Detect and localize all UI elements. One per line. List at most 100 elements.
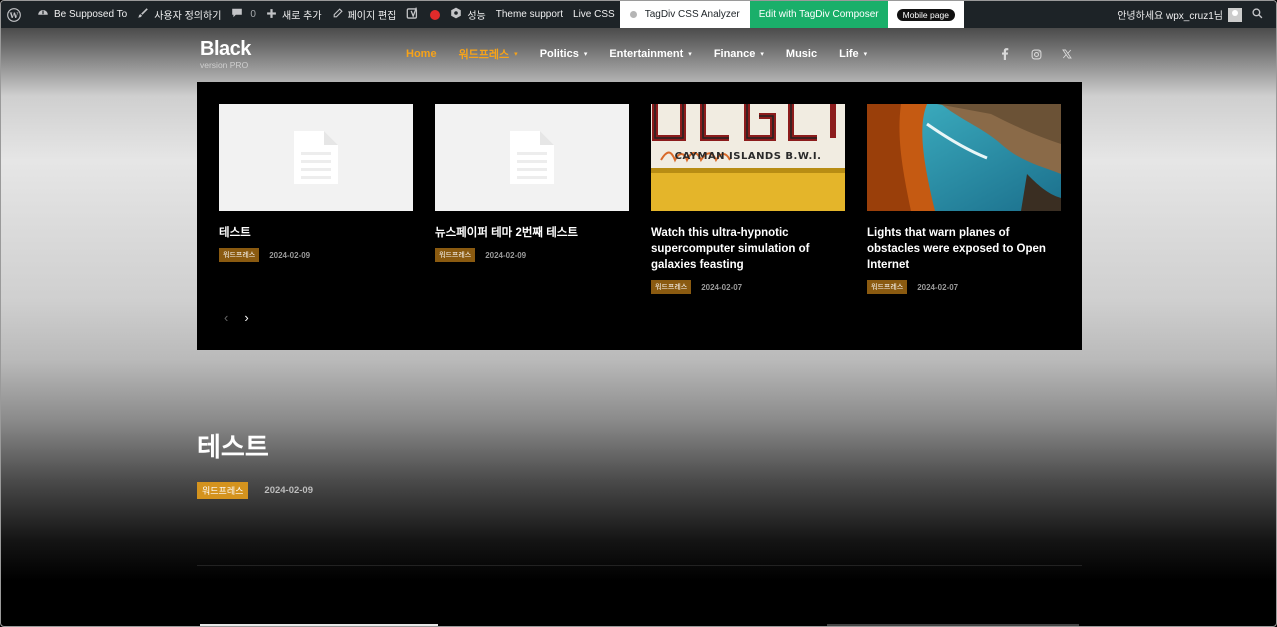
nav-item-wordpress[interactable]: 워드프레스 ▾: [459, 46, 518, 62]
card-thumbnail[interactable]: [435, 104, 629, 211]
main-nav: Home 워드프레스 ▾ Politics ▾ Entertainment ▾ …: [406, 46, 889, 62]
slider-card[interactable]: Lights that warn planes of obstacles wer…: [867, 104, 1061, 294]
mobile-page-button[interactable]: Mobile page: [887, 1, 964, 28]
license-plate-image: CAYMAN ISLANDS B.W.I.: [651, 104, 845, 211]
category-badge[interactable]: 워드프레스: [867, 280, 908, 294]
card-title[interactable]: 뉴스페이퍼 테마 2번째 테스트: [435, 225, 629, 241]
nav-item-label: Home: [406, 48, 437, 60]
post-date: 2024-02-09: [269, 250, 311, 260]
card-title[interactable]: Watch this ultra-hypnotic supercomputer …: [651, 225, 845, 273]
nav-item-finance[interactable]: Finance ▾: [714, 46, 764, 62]
wp-admin-bar: W Be Supposed To 사용자 정의하기 0 새로 추가 페이지 편집: [1, 1, 1276, 28]
css-analyzer-button[interactable]: TagDiv CSS Analyzer: [619, 1, 750, 28]
theme-support-link[interactable]: Theme support: [491, 1, 568, 28]
greeting-label: 안녕하세요 wpx_cruz1님: [1117, 11, 1223, 22]
card-thumbnail[interactable]: [867, 104, 1061, 211]
brush-icon: [137, 7, 154, 22]
nav-item-label: Music: [785, 48, 818, 60]
wordpress-logo-icon[interactable]: W: [1, 1, 32, 28]
chevron-down-icon: ▾: [760, 51, 764, 58]
comments-menu[interactable]: 0: [226, 1, 261, 28]
avatar: [1228, 7, 1242, 22]
slider-card[interactable]: 테스트 워드프레스 2024-02-09: [219, 104, 413, 262]
customize-label: 사용자 정의하기: [154, 11, 222, 22]
yoast-menu[interactable]: [401, 1, 445, 28]
slider-card[interactable]: 뉴스페이퍼 테마 2번째 테스트 워드프레스 2024-02-09: [435, 104, 629, 262]
category-badge[interactable]: 워드프레스: [651, 280, 692, 294]
card-meta: 워드프레스 2024-02-07: [867, 280, 1061, 294]
chevron-down-icon: ▾: [514, 51, 518, 58]
document-placeholder-icon: [510, 131, 554, 184]
plate-text: CAYMAN ISLANDS B.W.I.: [675, 151, 822, 162]
search-icon: [1252, 7, 1268, 22]
logo-subtitle: version PRO: [200, 60, 249, 70]
post-date: 2024-02-09: [264, 485, 314, 496]
live-css-link[interactable]: Live CSS: [568, 1, 620, 28]
chevron-right-icon[interactable]: ›: [244, 310, 248, 325]
coastline-aerial-image: [867, 104, 1061, 211]
composer-label: Edit with TagDiv Composer: [758, 9, 879, 20]
seo-status-dot-icon: [430, 9, 441, 20]
composer-button[interactable]: Edit with TagDiv Composer: [749, 1, 888, 28]
category-badge[interactable]: 워드프레스: [219, 248, 260, 262]
plus-icon: [266, 8, 282, 22]
card-thumbnail[interactable]: CAYMAN ISLANDS B.W.I.: [651, 104, 845, 211]
nav-item-label: Entertainment: [609, 48, 684, 60]
account-menu[interactable]: 안녕하세요 wpx_cruz1님: [1112, 1, 1247, 28]
svg-text:W: W: [9, 10, 19, 19]
performance-icon: [450, 7, 467, 22]
yoast-icon: [406, 6, 424, 23]
featured-slider: 테스트 워드프레스 2024-02-09 뉴스페이퍼 테마 2번째 테스트 워드: [197, 82, 1082, 350]
chevron-down-icon: ▾: [583, 51, 588, 58]
post-meta: 워드프레스 2024-02-09: [197, 482, 313, 499]
performance-label: 성능: [467, 11, 486, 22]
comments-count: 0: [250, 9, 256, 20]
category-badge[interactable]: 워드프레스: [435, 248, 476, 262]
chevron-left-icon[interactable]: ‹: [224, 310, 228, 325]
card-meta: 워드프레스 2024-02-09: [219, 248, 413, 262]
category-badge[interactable]: 워드프레스: [197, 482, 249, 499]
instagram-icon[interactable]: [1030, 48, 1042, 60]
new-content-menu[interactable]: 새로 추가: [261, 1, 327, 28]
divider: [197, 565, 1082, 566]
page-title: 테스트: [197, 432, 269, 462]
facebook-icon[interactable]: [999, 48, 1011, 60]
nav-item-label: Finance: [713, 48, 756, 60]
post-date: 2024-02-07: [701, 282, 743, 292]
slider-card[interactable]: CAYMAN ISLANDS B.W.I. Watch this ultra-h…: [651, 104, 845, 294]
nav-item-home[interactable]: Home: [406, 46, 437, 62]
card-title[interactable]: 테스트: [219, 225, 413, 241]
post-date: 2024-02-09: [485, 250, 527, 260]
nav-item-politics[interactable]: Politics ▾: [540, 46, 588, 62]
edit-page-menu[interactable]: 페이지 편집: [327, 1, 402, 28]
nav-item-label: Life: [839, 48, 859, 60]
x-icon[interactable]: [1061, 48, 1073, 60]
search-toggle[interactable]: [1247, 1, 1276, 28]
nav-item-label: Politics: [539, 48, 579, 60]
nav-item-label: 워드프레스: [458, 49, 510, 61]
dashboard-icon: [37, 7, 54, 22]
nav-item-music[interactable]: Music: [786, 46, 817, 62]
mobile-page-label: Mobile page: [896, 8, 955, 21]
analyzer-status-dot-icon: [629, 11, 637, 18]
comment-icon: [231, 7, 248, 22]
edit-page-label: 페이지 편집: [347, 11, 397, 22]
nav-item-entertainment[interactable]: Entertainment ▾: [609, 46, 691, 62]
theme-support-label: Theme support: [495, 9, 564, 20]
nav-item-life[interactable]: Life ▾: [839, 46, 867, 62]
customize-menu[interactable]: 사용자 정의하기: [132, 1, 226, 28]
site-name-label: Be Supposed To: [54, 9, 128, 20]
site-logo[interactable]: Black version PRO: [200, 39, 251, 70]
css-analyzer-label: TagDiv CSS Analyzer: [644, 9, 740, 20]
document-placeholder-icon: [294, 131, 338, 184]
chevron-down-icon: ▾: [688, 51, 692, 58]
admin-bar-secondary: 안녕하세요 wpx_cruz1님: [1112, 1, 1276, 28]
slider-arrows: ‹ ›: [224, 310, 265, 325]
site-name-menu[interactable]: Be Supposed To: [32, 1, 132, 28]
card-meta: 워드프레스 2024-02-09: [435, 248, 629, 262]
card-title[interactable]: Lights that warn planes of obstacles wer…: [867, 225, 1061, 273]
live-css-label: Live CSS: [573, 9, 615, 20]
pencil-icon: [332, 7, 348, 22]
card-thumbnail[interactable]: [219, 104, 413, 211]
performance-menu[interactable]: 성능: [445, 1, 490, 28]
